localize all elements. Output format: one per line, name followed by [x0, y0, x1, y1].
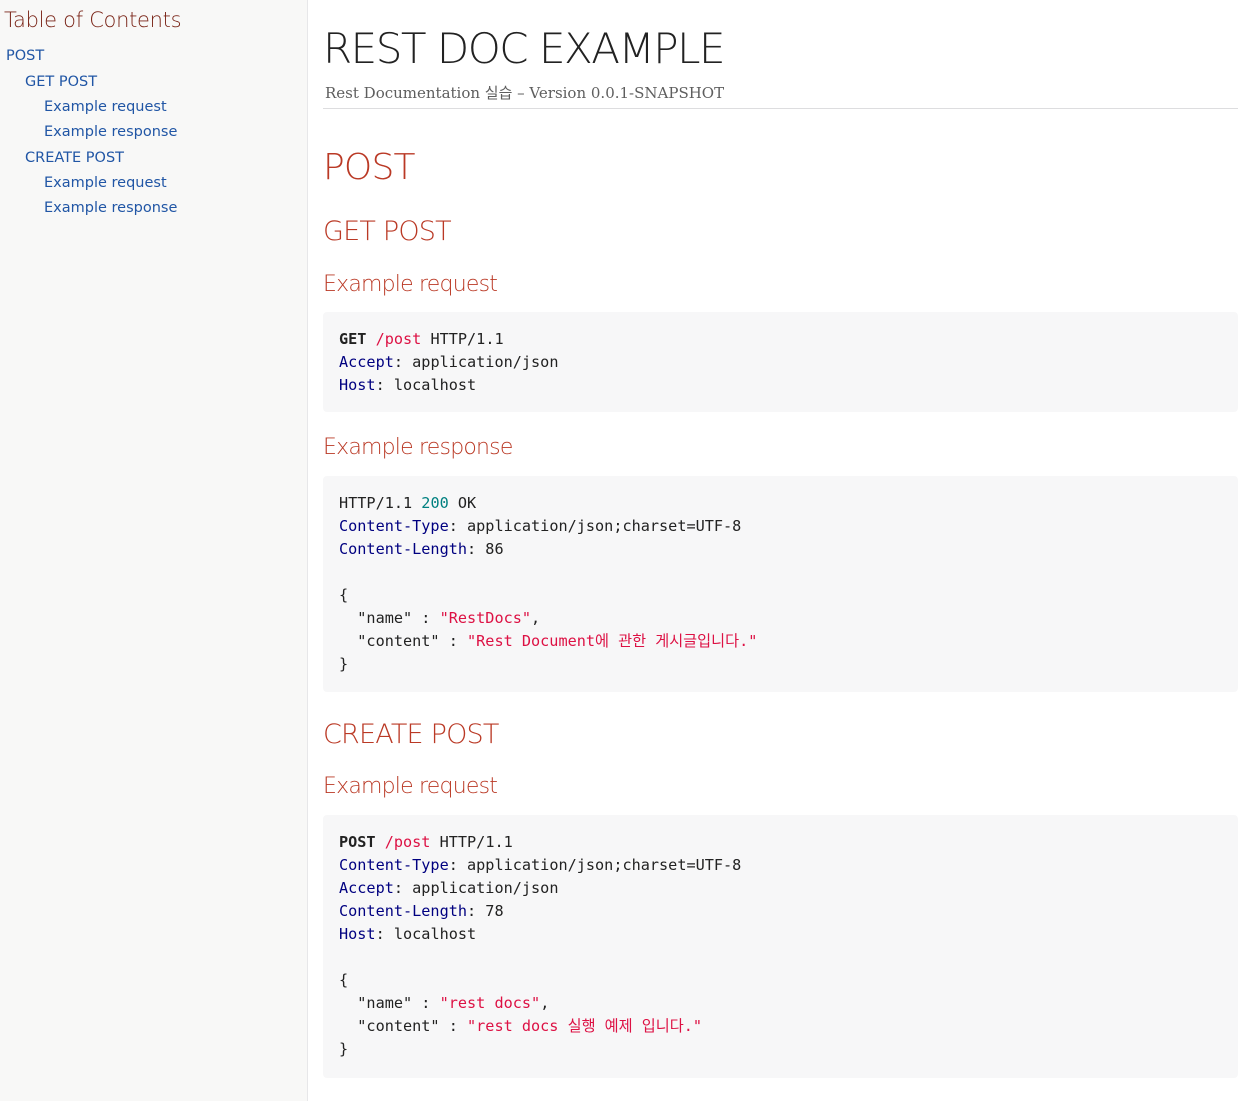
- http-protocol: HTTP/1.1: [339, 494, 422, 512]
- heading-get-post-example-response: Example response: [323, 435, 513, 460]
- toc-link-get-post[interactable]: GET POST: [25, 74, 97, 90]
- header-name: Host: [339, 925, 376, 943]
- header-value: : localhost: [375, 376, 477, 394]
- toc-link-create-post-example-response[interactable]: Example response: [44, 200, 177, 216]
- status-code: 200: [421, 494, 449, 512]
- json-key: "name" :: [339, 609, 440, 627]
- http-method: GET: [339, 330, 367, 348]
- http-protocol: HTTP/1.1: [421, 330, 504, 348]
- json-value: "rest docs 실행 예제 입니다.": [467, 1017, 702, 1035]
- status-text: OK: [448, 494, 477, 512]
- header-divider: [323, 108, 1238, 109]
- header-name: Content-Length: [339, 902, 468, 920]
- header-name: Content-Type: [339, 856, 449, 874]
- json-close-brace: }: [339, 1040, 349, 1058]
- http-method: POST: [339, 833, 376, 851]
- toc-link-get-post-example-response[interactable]: Example response: [44, 124, 177, 140]
- document-title: REST DOC EXAMPLE: [323, 24, 726, 73]
- header-value: : application/json;charset=UTF-8: [448, 856, 742, 874]
- json-separator: ,: [540, 994, 550, 1012]
- json-value: "RestDocs": [439, 609, 532, 627]
- toc-title: Table of Contents: [4, 8, 182, 32]
- header-name: Accept: [339, 353, 394, 371]
- header-value: : 86: [467, 540, 504, 558]
- json-open-brace: {: [339, 971, 349, 989]
- json-key: "name" :: [339, 994, 440, 1012]
- section-title-create-post: CREATE POST: [323, 719, 499, 750]
- http-path: /post: [375, 330, 422, 348]
- header-value: : localhost: [375, 925, 477, 943]
- json-open-brace: {: [339, 586, 349, 604]
- json-value: "rest docs": [439, 994, 541, 1012]
- header-name: Accept: [339, 879, 394, 897]
- http-path: /post: [384, 833, 431, 851]
- json-key: "content" :: [339, 632, 468, 650]
- toc-link-get-post-example-request[interactable]: Example request: [44, 99, 167, 115]
- document-details: Rest Documentation 실습 – Version 0.0.1-SN…: [325, 84, 725, 102]
- heading-get-post-example-request: Example request: [323, 272, 498, 297]
- header-name: Content-Length: [339, 540, 468, 558]
- header-value: : 78: [467, 902, 504, 920]
- http-protocol: HTTP/1.1: [430, 833, 513, 851]
- json-key: "content" :: [339, 1017, 468, 1035]
- code-block-get-post-request: GET /post HTTP/1.1 Accept: application/j…: [323, 312, 1238, 412]
- toc-link-create-post[interactable]: CREATE POST: [25, 150, 124, 166]
- code-block-create-post-request: POST /post HTTP/1.1 Content-Type: applic…: [323, 815, 1238, 1078]
- section-title-get-post: GET POST: [323, 216, 452, 247]
- json-close-brace: }: [339, 655, 349, 673]
- heading-create-post-example-request: Example request: [323, 774, 498, 799]
- code-block-get-post-response: HTTP/1.1 200 OK Content-Type: applicatio…: [323, 476, 1238, 692]
- json-separator: ,: [531, 609, 541, 627]
- toc-sidebar: Table of Contents POST GET POST Example …: [0, 0, 308, 1101]
- toc-link-create-post-example-request[interactable]: Example request: [44, 175, 167, 191]
- header-name: Content-Type: [339, 517, 449, 535]
- header-value: : application/json: [393, 353, 559, 371]
- section-title-post: POST: [323, 147, 415, 188]
- json-value: "Rest Document에 관한 게시글입니다.": [467, 632, 758, 650]
- toc-link-post[interactable]: POST: [6, 48, 44, 64]
- header-value: : application/json: [393, 879, 559, 897]
- header-name: Host: [339, 376, 376, 394]
- header-value: : application/json;charset=UTF-8: [448, 517, 742, 535]
